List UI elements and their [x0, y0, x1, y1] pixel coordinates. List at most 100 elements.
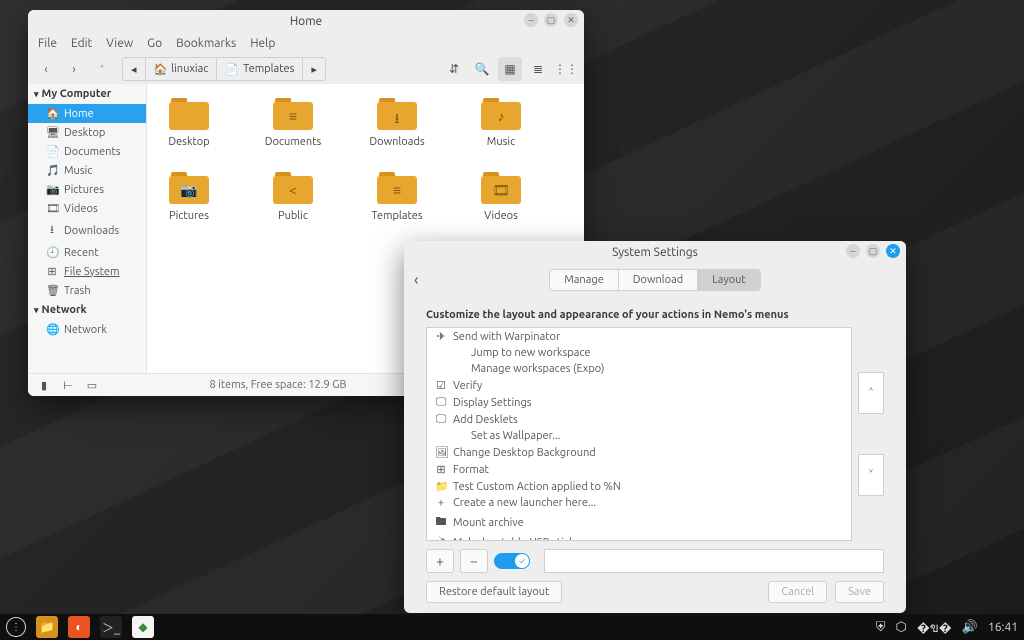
path-segment[interactable]: 📄Templates: [217, 58, 303, 80]
nemo-toolbar: ‹ › ˄ ◂ 🏠linuxiac 📄Templates ▸ ⇵ 🔍 ▦ ≣ ⋮…: [28, 54, 584, 84]
places-view-icon[interactable]: ▮: [36, 377, 52, 393]
desktop: Home – ▢ ✕ File Edit View Go Bookmarks Help ‹…: [0, 0, 1024, 640]
minimize-button[interactable]: –: [846, 244, 860, 258]
settings-header: ‹ ManageDownloadLayout: [404, 263, 906, 297]
folder-videos[interactable]: 🎞Videos: [469, 172, 533, 222]
sidebar-item-downloads[interactable]: ⭳Downloads: [28, 218, 146, 243]
actions-listbox[interactable]: ✈Send with WarpinatorJump to new workspa…: [426, 327, 852, 541]
close-button[interactable]: ✕: [564, 13, 578, 27]
maximize-button[interactable]: ▢: [866, 244, 880, 258]
search-icon[interactable]: 🔍: [470, 57, 494, 81]
sidebar-item-home[interactable]: 🏠Home: [28, 104, 146, 123]
minimize-button[interactable]: –: [524, 13, 538, 27]
sidebar-item-trash[interactable]: 🗑Trash: [28, 281, 146, 300]
action-item[interactable]: 📁Test Custom Action applied to %N: [427, 478, 851, 495]
taskbar: ⋮ 📁 ◐ ＞_ ◆ ⛨ ⬡ �ข� 🔊 16:41: [0, 614, 1024, 640]
restore-default-button[interactable]: Restore default layout: [426, 581, 562, 603]
folder-music[interactable]: ♪Music: [469, 98, 533, 148]
folder-public[interactable]: <Public: [261, 172, 325, 222]
action-item[interactable]: 🖿Mount archive: [427, 511, 851, 534]
menu-help[interactable]: Help: [250, 37, 275, 50]
tab-manage[interactable]: Manage: [550, 270, 619, 290]
clock[interactable]: 16:41: [988, 621, 1018, 634]
folder-templates[interactable]: ≡Templates: [365, 172, 429, 222]
folder-downloads[interactable]: ⭳Downloads: [365, 98, 429, 148]
enable-toggle[interactable]: ✓: [494, 553, 530, 569]
start-menu-icon[interactable]: ⋮: [6, 617, 26, 637]
sidebar-group[interactable]: ▾My Computer: [28, 84, 146, 104]
shield-tray-icon[interactable]: ⬡: [896, 620, 907, 635]
menu-view[interactable]: View: [106, 37, 133, 50]
action-item[interactable]: ⊞Format: [427, 461, 851, 478]
action-item[interactable]: Jump to new workspace: [427, 345, 851, 361]
menu-edit[interactable]: Edit: [71, 37, 92, 50]
tab-download[interactable]: Download: [619, 270, 698, 290]
menu-file[interactable]: File: [38, 37, 57, 50]
path-toggle[interactable]: ◂: [123, 58, 146, 80]
settings-tabs: ManageDownloadLayout: [549, 269, 761, 291]
up-button[interactable]: ˄: [90, 57, 114, 81]
maximize-button[interactable]: ▢: [544, 13, 558, 27]
save-button[interactable]: Save: [835, 581, 884, 603]
tree-view-icon[interactable]: ⊢: [60, 377, 76, 393]
action-item[interactable]: 🖵Add Desklets: [427, 411, 851, 428]
move-down-button[interactable]: ˅: [858, 454, 884, 496]
list-view-button[interactable]: ≣: [526, 57, 550, 81]
sidebar-item-network[interactable]: 🌐Network: [28, 320, 146, 339]
nemo-title: Home: [290, 15, 322, 28]
nemo-menubar: File Edit View Go Bookmarks Help: [28, 32, 584, 54]
firefox-task-icon[interactable]: ◐: [68, 616, 90, 638]
sidebar-item-videos[interactable]: 🎞Videos: [28, 199, 146, 218]
action-item[interactable]: Manage workspaces (Expo): [427, 361, 851, 377]
sidebar-item-desktop[interactable]: 🖥Desktop: [28, 123, 146, 142]
sidebar-item-documents[interactable]: 📄Documents: [28, 142, 146, 161]
compact-view-button[interactable]: ⋮⋮: [554, 57, 578, 81]
forward-button[interactable]: ›: [62, 57, 86, 81]
no-sidebar-icon[interactable]: ▭: [84, 377, 100, 393]
path-expand[interactable]: ▸: [303, 58, 325, 80]
status-text: 8 items, Free space: 12.9 GB: [209, 379, 346, 391]
path-bar[interactable]: ◂ 🏠linuxiac 📄Templates ▸: [122, 57, 326, 81]
sidebar-item-pictures[interactable]: 📷Pictures: [28, 180, 146, 199]
folder-pictures[interactable]: 📷Pictures: [157, 172, 221, 222]
sidebar-item-recent[interactable]: 🕘Recent: [28, 243, 146, 262]
action-name-input[interactable]: [544, 549, 884, 573]
sidebar-item-file-system[interactable]: ⊞File System: [28, 262, 146, 281]
nemo-titlebar[interactable]: Home – ▢ ✕: [28, 10, 584, 32]
move-up-button[interactable]: ˄: [858, 372, 884, 414]
action-item[interactable]: +Create a new launcher here...: [427, 495, 851, 511]
menu-bookmarks[interactable]: Bookmarks: [176, 37, 236, 50]
folder-desktop[interactable]: Desktop: [157, 98, 221, 148]
close-button[interactable]: ✕: [886, 244, 900, 258]
cancel-button[interactable]: Cancel: [768, 581, 827, 603]
terminal-task-icon[interactable]: ＞_: [100, 616, 122, 638]
volume-tray-icon[interactable]: 🔊: [962, 620, 978, 635]
settings-titlebar[interactable]: System Settings – ▢ ✕: [404, 241, 906, 263]
path-segment[interactable]: 🏠linuxiac: [146, 58, 218, 80]
settings-back-button[interactable]: ‹: [414, 271, 419, 289]
nemo-sidebar: ▾My Computer🏠Home🖥Desktop📄Documents🎵Musi…: [28, 84, 147, 373]
system-settings-window: System Settings – ▢ ✕ ‹ ManageDownloadLa…: [404, 241, 906, 613]
network-tray-icon[interactable]: �ข�: [917, 617, 952, 638]
sidebar-item-music[interactable]: 🎵Music: [28, 161, 146, 180]
remove-button[interactable]: −: [460, 549, 488, 573]
settings-title: System Settings: [612, 246, 698, 259]
action-item[interactable]: ✈Send with Warpinator: [427, 328, 851, 345]
action-item[interactable]: 🖵Display Settings: [427, 394, 851, 411]
tab-layout[interactable]: Layout: [698, 270, 760, 290]
app-task-icon[interactable]: ◆: [132, 616, 154, 638]
menu-go[interactable]: Go: [147, 37, 162, 50]
icon-view-button[interactable]: ▦: [498, 57, 522, 81]
add-button[interactable]: +: [426, 549, 454, 573]
action-item[interactable]: 🔌Make bootable USB stick: [427, 534, 851, 541]
back-button[interactable]: ‹: [34, 57, 58, 81]
folder-documents[interactable]: ≡Documents: [261, 98, 325, 148]
files-task-icon[interactable]: 📁: [36, 616, 58, 638]
action-item[interactable]: Set as Wallpaper...: [427, 428, 851, 444]
sidebar-group[interactable]: ▾Network: [28, 300, 146, 320]
action-item[interactable]: 🖼Change Desktop Background: [427, 444, 851, 461]
section-title: Customize the layout and appearance of y…: [426, 309, 884, 321]
action-item[interactable]: ☑Verify: [427, 377, 851, 394]
toggle-location-icon[interactable]: ⇵: [442, 57, 466, 81]
updates-tray-icon[interactable]: ⛨: [876, 620, 886, 635]
